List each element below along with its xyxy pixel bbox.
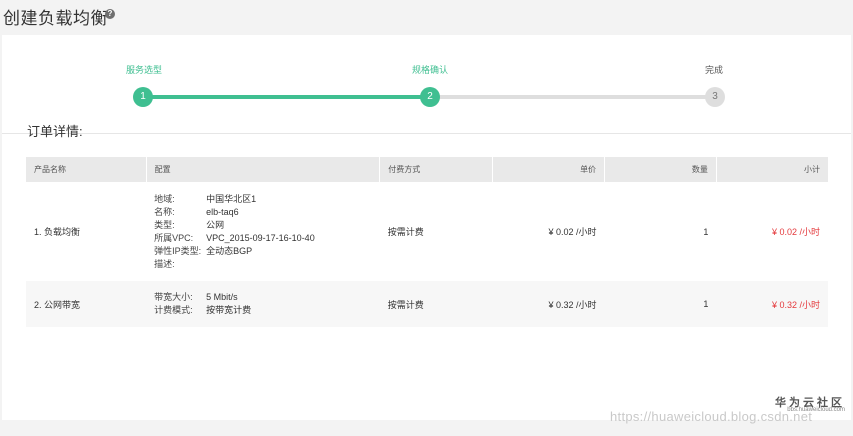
divider bbox=[2, 133, 851, 134]
step-label-1: 服务选型 bbox=[125, 65, 163, 75]
product-name: 2. 公网带宽 bbox=[26, 281, 147, 327]
config-value: 按带宽计费 bbox=[206, 305, 252, 315]
step-dot-2: 2 bbox=[420, 87, 440, 107]
config-key: 带宽大小: bbox=[154, 292, 193, 302]
config-cell: 地域: 中国华北区1 名称: elb-taq6 类型: 公网 所属VPC: VPC_20… bbox=[146, 182, 380, 281]
config-line: 所属VPC: VPC_2015-09-17-16-10-40 bbox=[154, 232, 372, 245]
quantity: 1 bbox=[604, 182, 717, 281]
config-key: 所属VPC: bbox=[154, 232, 194, 243]
watermark-url: https://huaweicloud.blog.csdn.net bbox=[610, 409, 813, 424]
config-value: elb-taq6 bbox=[206, 206, 239, 217]
progress-track-done bbox=[142, 95, 430, 99]
config-line: 类型: 公网 bbox=[154, 219, 372, 232]
progress-track-remaining bbox=[430, 95, 714, 99]
header-unit-price: 单价 bbox=[492, 157, 605, 182]
config-key: 地域: bbox=[154, 193, 175, 204]
step-label-3: 完成 bbox=[704, 65, 724, 75]
config-value: VPC_2015-09-17-16-10-40 bbox=[206, 232, 315, 243]
config-key: 计费模式: bbox=[154, 305, 193, 315]
order-table: 产品名称 配置 付费方式 单价 数量 小计 1. 负载均衡 地域: 中国华北区1 … bbox=[26, 157, 828, 327]
step-dot-3: 3 bbox=[705, 87, 725, 107]
config-line: 描述: bbox=[154, 258, 372, 271]
config-key: 描述: bbox=[154, 258, 175, 269]
table-header-row: 产品名称 配置 付费方式 单价 数量 小计 bbox=[26, 157, 828, 182]
header-config: 配置 bbox=[145, 157, 380, 182]
unit-price: ¥ 0.32 /小时 bbox=[492, 281, 605, 327]
config-value: 5 Mbit/s bbox=[206, 292, 238, 302]
config-value: 全动态BGP bbox=[206, 245, 253, 256]
config-line: 计费模式: 按带宽计费 bbox=[154, 304, 372, 317]
help-icon[interactable]: ? bbox=[105, 9, 115, 19]
config-line: 弹性IP类型: 全动态BGP bbox=[154, 245, 372, 258]
subtotal: ¥ 0.32 /小时 bbox=[716, 281, 828, 327]
header-payment: 付费方式 bbox=[379, 157, 493, 182]
header-quantity: 数量 bbox=[604, 157, 717, 182]
unit-price: ¥ 0.02 /小时 bbox=[492, 182, 605, 281]
config-key: 弹性IP类型: bbox=[154, 245, 202, 256]
config-value: 中国华北区1 bbox=[206, 193, 257, 204]
config-cell: 带宽大小: 5 Mbit/s 计费模式: 按带宽计费 bbox=[146, 281, 380, 327]
config-line: 带宽大小: 5 Mbit/s bbox=[154, 291, 372, 304]
payment-method: 按需计费 bbox=[379, 182, 493, 281]
config-key: 名称: bbox=[154, 206, 175, 217]
order-details-title: 订单详情: bbox=[27, 124, 83, 139]
table-row: 2. 公网带宽 带宽大小: 5 Mbit/s 计费模式: 按带宽计费 按需计费 ¥ … bbox=[26, 281, 828, 327]
config-key: 类型: bbox=[154, 219, 175, 230]
config-line: 地域: 中国华北区1 bbox=[154, 193, 372, 206]
step-dot-1: 1 bbox=[133, 87, 153, 107]
product-name: 1. 负载均衡 bbox=[26, 182, 147, 281]
config-line: 名称: elb-taq6 bbox=[154, 206, 372, 219]
page-title: 创建负载均衡 bbox=[3, 9, 108, 28]
header-subtotal: 小计 bbox=[715, 157, 828, 182]
quantity: 1 bbox=[604, 281, 717, 327]
table-row: 1. 负载均衡 地域: 中国华北区1 名称: elb-taq6 类型: 公网 所属VP… bbox=[26, 182, 828, 281]
header-product-name: 产品名称 bbox=[26, 157, 147, 182]
step-label-2: 规格确认 bbox=[411, 65, 449, 75]
payment-method: 按需计费 bbox=[379, 281, 493, 327]
config-value: 公网 bbox=[206, 219, 225, 230]
subtotal: ¥ 0.02 /小时 bbox=[716, 182, 828, 281]
